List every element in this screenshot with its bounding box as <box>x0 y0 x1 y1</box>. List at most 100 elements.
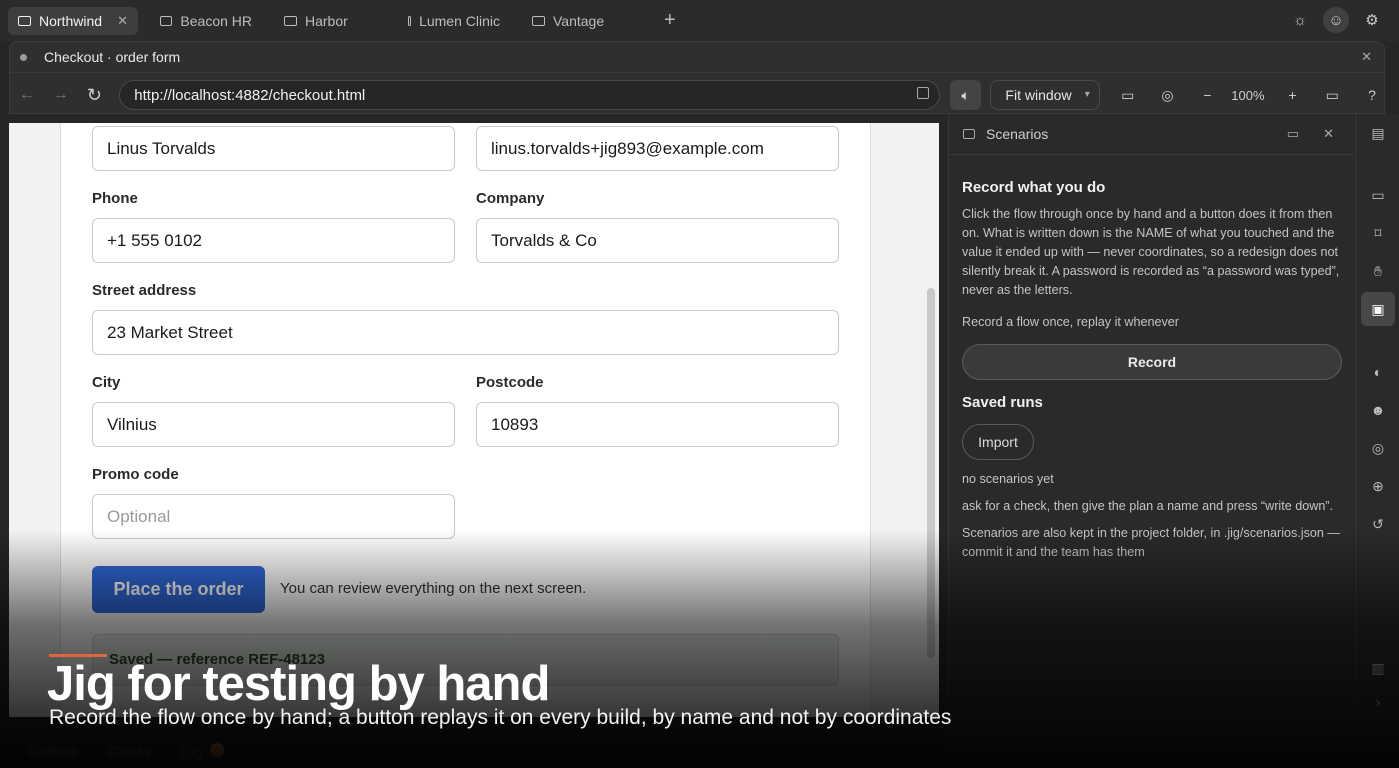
folder-icon <box>408 15 412 26</box>
zoom-in-button[interactable]: + <box>1281 87 1305 103</box>
smiley-icon[interactable]: ☺ <box>1323 7 1349 33</box>
zoom-level: 100% <box>1231 87 1265 103</box>
storage-note: Scenarios are also kept in the project f… <box>962 526 1341 559</box>
folder-icon <box>284 15 297 26</box>
panel-title: Scenarios <box>986 126 1049 142</box>
url-text: http://localhost:4882/checkout.html <box>134 86 366 104</box>
copy-icon[interactable] <box>916 87 929 99</box>
speaker-icon[interactable]: 🔈︎ <box>949 80 982 110</box>
tab-northwind[interactable]: Northwind ✕ <box>8 6 138 35</box>
folder-icon <box>18 15 31 26</box>
log-tab[interactable]: Log <box>181 743 225 760</box>
url-bar[interactable]: http://localhost:4882/checkout.html <box>119 80 940 110</box>
sun-icon[interactable]: ☼ <box>1287 7 1313 33</box>
company-label: Company <box>476 190 545 207</box>
new-tab-icon[interactable]: + <box>664 9 676 32</box>
tab-label: Northwind <box>39 12 103 29</box>
panel-header: Scenarios ▭ ✕ <box>949 114 1354 155</box>
tab-label: Beacon HR <box>180 12 252 29</box>
scenarios-icon[interactable]: ▣ <box>1361 292 1395 326</box>
email-input[interactable]: linus.torvalds+jig893@example.com <box>476 126 839 171</box>
name-input[interactable]: Linus Torvalds <box>92 126 455 171</box>
record-tagline: Record a flow once, replay it whenever <box>962 315 1180 329</box>
street-label: Street address <box>92 282 197 299</box>
chevron-right-icon[interactable]: › <box>1364 688 1392 716</box>
reload-icon[interactable]: ↻ <box>78 85 112 106</box>
tab-label: Harbor <box>305 12 348 29</box>
checks-tab[interactable]: Checks <box>107 744 150 759</box>
folder-icon <box>532 15 545 26</box>
close-icon[interactable]: ✕ <box>1323 126 1334 142</box>
checkout-form-card: Linus Torvalds linus.torvalds+jig893@exa… <box>60 123 871 717</box>
saved-runs-heading: Saved runs <box>962 394 1043 411</box>
status-bar: Findings Checks Log <box>0 735 1399 768</box>
notes-icon[interactable]: ▤ <box>1364 119 1392 147</box>
page-scrollbar[interactable] <box>927 288 935 658</box>
review-hint: You can review everything on the next sc… <box>280 580 587 597</box>
caption-headline: Jig for testing by hand <box>47 657 550 711</box>
folder-icon[interactable]: ▭ <box>1364 181 1392 209</box>
street-input[interactable]: 23 Market Street <box>92 310 839 355</box>
gear-icon[interactable]: ⚙ <box>1359 7 1385 33</box>
empty-state: no scenarios yet <box>962 472 1054 486</box>
phone-input[interactable]: +1 555 0102 <box>92 218 455 263</box>
window-title: Checkout · order form <box>44 49 181 65</box>
page-viewport: Linus Torvalds linus.torvalds+jig893@exa… <box>9 123 939 717</box>
tab-vantage[interactable]: Vantage <box>522 7 634 35</box>
tab-lumen-clinic[interactable]: Lumen Clinic <box>398 7 510 35</box>
back-arrow-icon[interactable]: ← <box>10 86 44 104</box>
tab-beacon-hr[interactable]: Beacon HR <box>150 7 262 35</box>
scenarios-icon <box>963 129 975 139</box>
postcode-label: Postcode <box>476 374 544 391</box>
findings-tab[interactable]: Findings <box>28 744 77 759</box>
record-heading: Record what you do <box>962 179 1106 196</box>
hand-icon[interactable]: ✋︎ <box>1364 257 1392 285</box>
empty-hint: ask for a check, then give the plan a na… <box>962 499 1334 513</box>
close-icon[interactable]: ✕ <box>117 13 128 29</box>
bookmark-icon[interactable]: ⌑ <box>1364 219 1392 247</box>
strip-actions: ☼ ☺ ⚙ <box>1287 7 1385 33</box>
monitor-icon[interactable]: ▭ <box>1320 87 1344 104</box>
window-titlebar: Checkout · order form ✕ <box>10 42 1384 73</box>
help-icon[interactable]: ? <box>1360 87 1384 103</box>
tab-harbor[interactable]: Harbor <box>274 7 386 35</box>
fit-window-label: Fit window <box>1005 87 1072 103</box>
fit-window-select[interactable]: Fit window ▾ <box>990 80 1100 110</box>
city-input[interactable]: Vilnius <box>92 402 455 447</box>
layout-icon[interactable]: ▥ <box>1364 654 1392 682</box>
nav-bar: ← → ↻ http://localhost:4882/checkout.htm… <box>10 78 1384 112</box>
status-dot-icon <box>20 53 27 61</box>
phone-label: Phone <box>92 190 138 207</box>
icon-rail: ▤ ▭ ⌑ ✋︎ ▣ ◐ ☻ ◎ ⊕ ↺ ▥ › <box>1355 114 1399 768</box>
popout-icon[interactable]: ▭ <box>1287 126 1299 142</box>
users-icon[interactable]: ☻ <box>1364 396 1392 424</box>
caption-subline: Record the flow once by hand; a button r… <box>49 706 952 729</box>
tab-label: Vantage <box>553 12 605 29</box>
accessibility-icon[interactable]: ⊕ <box>1364 472 1392 500</box>
company-input[interactable]: Torvalds & Co <box>476 218 839 263</box>
record-description: Click the flow through once by hand and … <box>962 207 1340 297</box>
chevron-down-icon: ▾ <box>1084 89 1090 100</box>
import-button[interactable]: Import <box>962 424 1034 460</box>
place-order-button[interactable]: Place the order <box>92 566 265 613</box>
browser-window: Checkout · order form ✕ ← → ↻ http://loc… <box>9 41 1385 114</box>
capture-icon[interactable]: ◎ <box>1156 87 1180 104</box>
city-label: City <box>92 374 121 391</box>
scenarios-panel: Scenarios ▭ ✕ Record what you do Click t… <box>948 114 1354 768</box>
forward-arrow-icon[interactable]: → <box>44 86 78 104</box>
record-button[interactable]: Record <box>962 344 1342 380</box>
close-icon[interactable]: ✕ <box>1361 49 1372 65</box>
picture-in-picture-icon[interactable]: ▭ <box>1116 87 1140 104</box>
history-icon[interactable]: ↺ <box>1364 510 1392 538</box>
tab-label: Lumen Clinic <box>419 12 500 29</box>
promo-input[interactable]: Optional <box>92 494 455 539</box>
tab-strip: Northwind ✕ Beacon HR Harbor Lumen Clini… <box>0 0 1399 41</box>
postcode-input[interactable]: 10893 <box>476 402 839 447</box>
log-count-badge <box>210 743 225 757</box>
target-icon[interactable]: ◎ <box>1364 434 1392 462</box>
log-label: Log <box>180 745 203 760</box>
zoom-out-button[interactable]: − <box>1195 87 1219 103</box>
folder-icon <box>160 15 173 26</box>
palette-icon[interactable]: ◐ <box>1364 358 1392 386</box>
promo-label: Promo code <box>92 466 179 483</box>
